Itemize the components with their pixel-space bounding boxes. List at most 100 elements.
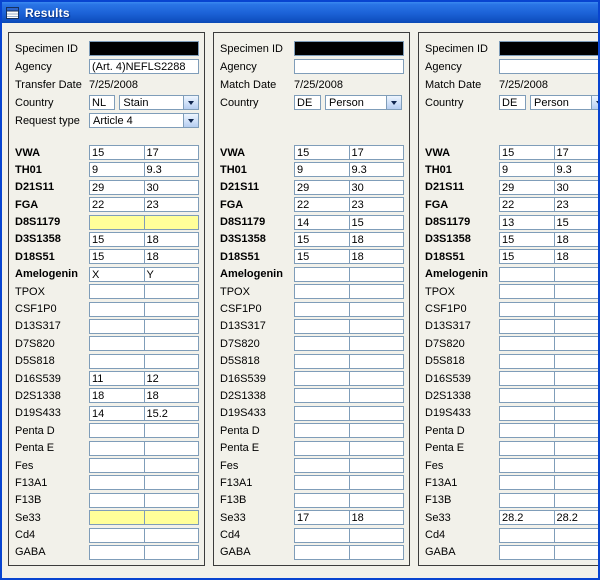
allele-field[interactable] (89, 475, 145, 490)
allele-field[interactable] (89, 423, 145, 438)
allele-field[interactable] (499, 458, 555, 473)
allele-field[interactable]: 14 (89, 406, 145, 421)
allele-field[interactable] (554, 284, 599, 299)
allele-field[interactable]: 23 (554, 197, 599, 212)
allele-field[interactable] (294, 336, 350, 351)
allele-field[interactable]: 18 (144, 249, 200, 264)
allele-field[interactable] (499, 423, 555, 438)
allele-field[interactable]: 15.2 (144, 406, 200, 421)
allele-field[interactable] (554, 528, 599, 543)
allele-field[interactable] (294, 458, 350, 473)
subject-type-dropdown[interactable]: Stain (119, 95, 199, 110)
allele-field[interactable]: 17 (294, 510, 350, 525)
allele-field[interactable]: 14 (294, 215, 350, 230)
allele-field[interactable]: 15 (499, 232, 555, 247)
allele-field[interactable]: 15 (499, 145, 555, 160)
allele-field[interactable]: 29 (294, 180, 350, 195)
allele-field[interactable]: 18 (349, 249, 405, 264)
allele-field[interactable]: 15 (349, 215, 405, 230)
allele-field[interactable]: 18 (349, 510, 405, 525)
allele-field[interactable]: 15 (89, 232, 145, 247)
allele-field[interactable]: 22 (294, 197, 350, 212)
allele-field[interactable] (89, 528, 145, 543)
specimen-id-field[interactable] (89, 41, 199, 56)
allele-field[interactable] (144, 493, 200, 508)
allele-field[interactable] (89, 493, 145, 508)
allele-field[interactable]: 18 (554, 249, 599, 264)
allele-field[interactable] (89, 284, 145, 299)
allele-field[interactable]: 15 (89, 249, 145, 264)
allele-field[interactable]: 18 (554, 232, 599, 247)
allele-field[interactable] (294, 406, 350, 421)
titlebar[interactable]: Results (2, 2, 598, 23)
agency-field[interactable] (499, 59, 598, 74)
allele-field[interactable]: 17 (349, 145, 405, 160)
allele-field[interactable] (294, 302, 350, 317)
allele-field[interactable] (349, 302, 405, 317)
allele-field[interactable] (349, 336, 405, 351)
allele-field[interactable]: 29 (499, 180, 555, 195)
allele-field[interactable] (89, 354, 145, 369)
allele-field[interactable] (499, 493, 555, 508)
allele-field[interactable] (554, 458, 599, 473)
dropdown-arrow-icon[interactable] (386, 96, 401, 109)
allele-field[interactable]: 15 (554, 215, 599, 230)
allele-field[interactable] (349, 354, 405, 369)
allele-field[interactable]: 15 (294, 232, 350, 247)
allele-field[interactable]: 9 (89, 162, 145, 177)
allele-field[interactable] (294, 319, 350, 334)
allele-field[interactable]: 9.3 (349, 162, 405, 177)
specimen-id-field[interactable] (294, 41, 404, 56)
allele-field[interactable]: 17 (554, 145, 599, 160)
allele-field[interactable] (89, 302, 145, 317)
allele-field[interactable] (294, 267, 350, 282)
allele-field[interactable] (554, 441, 599, 456)
allele-field[interactable] (554, 371, 599, 386)
allele-field[interactable] (144, 354, 200, 369)
allele-field[interactable] (349, 545, 405, 560)
allele-field[interactable] (349, 423, 405, 438)
allele-field[interactable] (144, 319, 200, 334)
allele-field[interactable]: 18 (349, 232, 405, 247)
allele-field[interactable]: 29 (89, 180, 145, 195)
allele-field[interactable] (349, 388, 405, 403)
allele-field[interactable]: 13 (499, 215, 555, 230)
allele-field[interactable]: 15 (89, 145, 145, 160)
allele-field[interactable] (499, 302, 555, 317)
allele-field[interactable] (499, 528, 555, 543)
allele-field[interactable] (349, 284, 405, 299)
allele-field[interactable]: 12 (144, 371, 200, 386)
allele-field[interactable]: 18 (144, 388, 200, 403)
allele-field[interactable]: 28.2 (554, 510, 599, 525)
allele-field[interactable] (554, 545, 599, 560)
allele-field[interactable]: 23 (349, 197, 405, 212)
allele-field[interactable] (294, 528, 350, 543)
allele-field[interactable] (89, 215, 145, 230)
allele-field[interactable]: 18 (144, 232, 200, 247)
allele-field[interactable]: X (89, 267, 145, 282)
allele-field[interactable] (554, 336, 599, 351)
allele-field[interactable] (89, 336, 145, 351)
allele-field[interactable] (294, 475, 350, 490)
dropdown-arrow-icon[interactable] (183, 96, 198, 109)
allele-field[interactable] (349, 267, 405, 282)
allele-field[interactable] (554, 406, 599, 421)
allele-field[interactable]: 9.3 (554, 162, 599, 177)
specimen-id-field[interactable] (499, 41, 598, 56)
allele-field[interactable]: 11 (89, 371, 145, 386)
allele-field[interactable] (349, 493, 405, 508)
allele-field[interactable] (144, 441, 200, 456)
allele-field[interactable] (499, 371, 555, 386)
allele-field[interactable]: 30 (349, 180, 405, 195)
allele-field[interactable] (554, 302, 599, 317)
allele-field[interactable] (349, 528, 405, 543)
allele-field[interactable]: 15 (294, 249, 350, 264)
allele-field[interactable] (349, 371, 405, 386)
allele-field[interactable] (294, 371, 350, 386)
subject-type-dropdown[interactable]: Person (530, 95, 598, 110)
allele-field[interactable] (554, 388, 599, 403)
allele-field[interactable] (144, 302, 200, 317)
allele-field[interactable] (144, 215, 200, 230)
allele-field[interactable] (294, 441, 350, 456)
allele-field[interactable]: 15 (294, 145, 350, 160)
